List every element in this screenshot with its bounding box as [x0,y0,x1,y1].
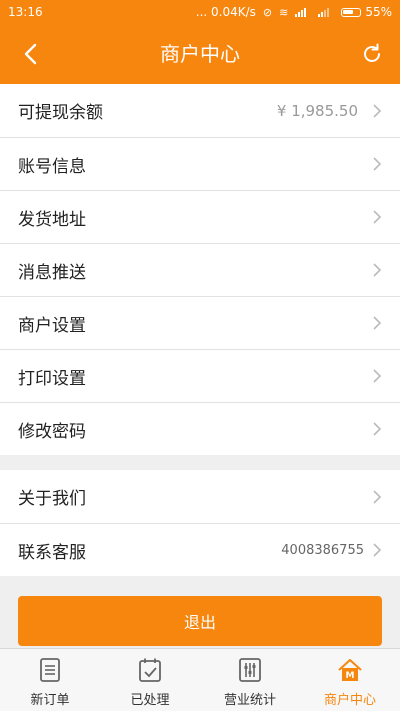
menu-item-label: 商户设置 [18,315,86,336]
bottom-tab-bar: 新订单 已处理 营业统计 M 商户中心 [0,648,400,711]
chevron-right-icon [373,543,382,557]
settings-group-main: 可提现余额 ¥ 1,985.50 账号信息 发货地址 消息推送 商户设置 打印设… [0,84,400,455]
calendar-check-icon [139,658,161,682]
app-header: 商户中心 [0,24,400,84]
menu-item-label: 可提现余额 [18,103,103,123]
battery-percent: 55% [365,5,392,19]
tab-label: 新订单 [30,693,70,708]
menu-item-label: 修改密码 [18,421,86,442]
signal-icon [295,8,307,17]
support-phone: 4008386755 [281,542,364,558]
chevron-right-icon [373,157,382,171]
tab-merchant-center[interactable]: M 商户中心 [300,649,400,711]
logout-button[interactable]: 退出 [18,596,382,646]
tab-label: 营业统计 [223,693,276,708]
alarm-icon: ⊘ [262,5,273,19]
wifi-icon: ≋ [279,5,289,19]
menu-item-address[interactable]: 发货地址 [0,190,400,243]
refresh-button[interactable] [352,34,392,74]
chevron-right-icon [373,103,382,118]
menu-item-label: 打印设置 [18,368,86,389]
menu-item-password[interactable]: 修改密码 [0,402,400,455]
chevron-right-icon [373,369,382,383]
chevron-right-icon [373,316,382,330]
menu-item-about[interactable]: 关于我们 [0,470,400,523]
svg-text:M: M [346,671,355,681]
battery-indicator: 55% [341,5,392,19]
order-list-icon [40,658,60,682]
status-bar: 13:16 ... 0.04K/s ⊘ ≋ 55% [0,0,400,24]
menu-item-label: 关于我们 [18,489,86,509]
menu-item-label: 联系客服 [18,542,86,563]
menu-item-balance[interactable]: 可提现余额 ¥ 1,985.50 [0,84,400,137]
battery-icon [341,7,362,17]
merchant-home-icon: M [338,659,362,681]
refresh-icon [364,43,380,62]
balance-value: ¥ 1,985.50 [276,101,358,120]
tab-processed[interactable]: 已处理 [100,649,200,711]
tab-statistics[interactable]: 营业统计 [200,649,300,711]
chevron-right-icon [373,489,382,504]
status-right-group: ... 0.04K/s ⊘ ≋ 55% [196,5,392,19]
menu-item-label: 账号信息 [18,156,86,177]
chevron-right-icon [373,263,382,277]
page-title: 商户中心 [160,42,240,66]
menu-item-support[interactable]: 联系客服 4008386755 [0,523,400,576]
menu-item-account[interactable]: 账号信息 [0,137,400,190]
menu-item-merchant-settings[interactable]: 商户设置 [0,296,400,349]
menu-item-print-settings[interactable]: 打印设置 [0,349,400,402]
chevron-right-icon [373,210,382,224]
status-time: 13:16 [8,5,43,19]
sliders-icon [239,658,261,682]
menu-item-label: 消息推送 [18,262,86,283]
settings-group-about: 关于我们 联系客服 4008386755 [0,470,400,576]
tab-new-orders[interactable]: 新订单 [0,649,100,711]
menu-item-label: 发货地址 [18,209,86,230]
network-speed: ... 0.04K/s [195,5,256,19]
tab-label: 商户中心 [323,693,376,708]
menu-item-push[interactable]: 消息推送 [0,243,400,296]
chevron-right-icon [373,422,382,436]
signal-4g-icon [318,8,330,17]
tab-label: 已处理 [130,693,170,708]
